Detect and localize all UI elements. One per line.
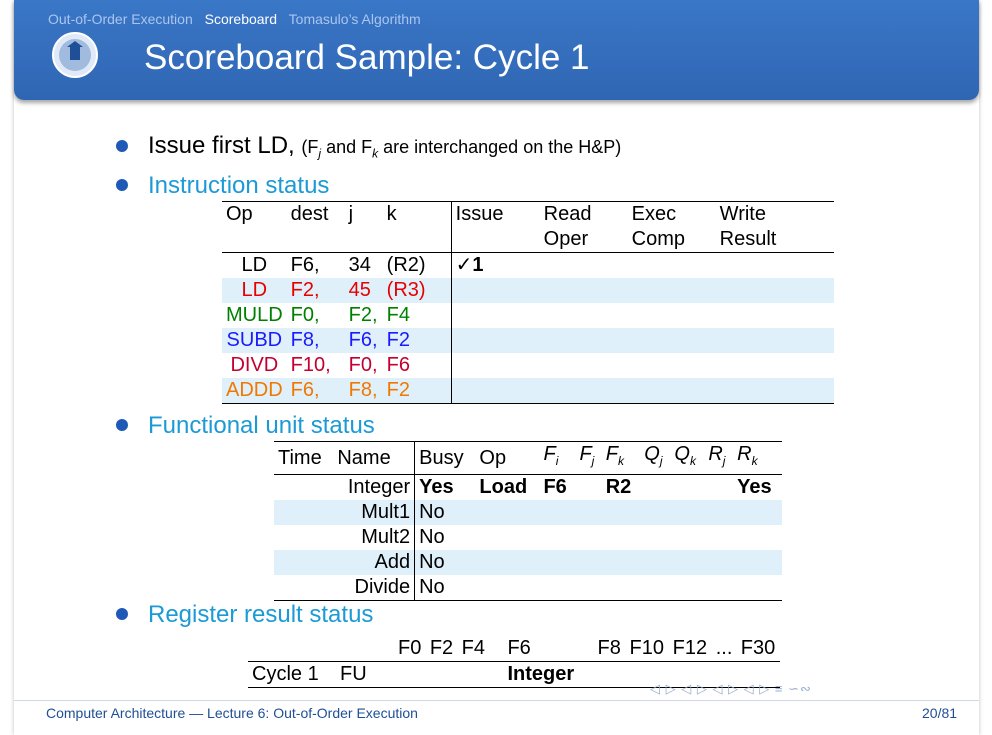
- bullet-register-status: Register result status: [148, 601, 374, 628]
- col-j: j: [348, 203, 354, 225]
- section-nav: Out-of-Order Execution Scoreboard Tomasu…: [48, 11, 429, 27]
- nav-scoreboard[interactable]: Scoreboard: [205, 11, 277, 27]
- col-exec: Exec: [631, 203, 677, 225]
- col-k: k: [382, 201, 452, 227]
- bullet-dot: [116, 179, 128, 191]
- col-write-2: Result: [719, 228, 777, 250]
- col-issue: Issue: [455, 203, 504, 225]
- nav-tomasulo[interactable]: Tomasulo’s Algorithm: [289, 11, 421, 27]
- page-number: 20/81: [922, 705, 958, 721]
- table-row: Integer Yes Load F6 R2 Yes: [274, 474, 782, 500]
- footer-text: Computer Architecture — Lecture 6: Out-o…: [46, 705, 418, 721]
- footer-divider: [14, 700, 979, 701]
- table-row: MULD F0, F2, F4: [222, 303, 834, 328]
- col-write: Write: [719, 203, 766, 225]
- page-title: Scoreboard Sample: Cycle 1: [144, 38, 590, 77]
- bullet-dot: [116, 419, 128, 431]
- table-row: Mult2 No: [274, 525, 782, 550]
- issue-check: ✓1: [455, 254, 484, 276]
- table-row: DIVD F10, F0, F6: [222, 353, 834, 378]
- table-row: Add No: [274, 550, 782, 575]
- fu-status-table: Time Name Busy Op Fi Fj Fk Qj Qk Rj Rk I…: [274, 441, 782, 601]
- table-row: Mult1 No: [274, 500, 782, 525]
- col-dest: dest: [290, 203, 329, 225]
- bullet-fu-status: Functional unit status: [148, 412, 375, 439]
- beamer-nav-icons[interactable]: ◁ ▷ ◁ ▷ ◁ ▷ ◁ ▷ ≡ ∽∾: [650, 681, 812, 697]
- nav-ooo[interactable]: Out-of-Order Execution: [48, 11, 193, 27]
- col-op: Op: [226, 203, 253, 225]
- bullet-dot: [116, 608, 128, 620]
- col-read-2: Oper: [543, 228, 589, 250]
- issue-main: Issue first LD,: [148, 132, 295, 159]
- table-row: Divide No: [274, 575, 782, 601]
- table-row: ADDD F6, F8, F2: [222, 378, 834, 404]
- bullet-dot: [116, 140, 128, 152]
- table-row: LD F2, 45 (R3): [222, 278, 834, 303]
- instruction-status-table: Op dest j k Issue Read Exec Write Oper C…: [222, 201, 834, 404]
- bullet-instruction-status: Instruction status: [148, 172, 330, 199]
- col-exec-2: Comp: [631, 228, 686, 250]
- col-read: Read: [543, 203, 592, 225]
- table-row: SUBD F8, F6, F2: [222, 328, 834, 353]
- bullet-issue: Issue first LD, (Fj and Fk are interchan…: [148, 132, 621, 161]
- table-row: LD F6, 34 (R2) ✓1: [222, 252, 834, 278]
- issue-note: (Fj and Fk are interchanged on the H&P): [301, 137, 622, 161]
- university-logo: [52, 32, 98, 78]
